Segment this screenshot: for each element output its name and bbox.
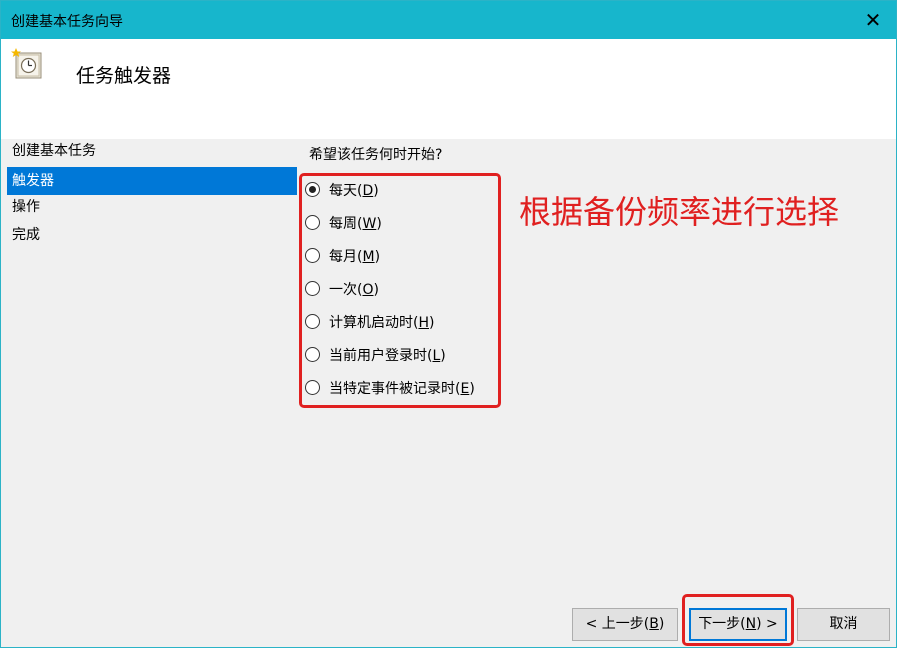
step-trigger[interactable]: 触发器: [7, 167, 297, 195]
wizard-steps: 创建基本任务 触发器 操作 完成: [7, 139, 297, 251]
options-highlight-box: [299, 173, 501, 408]
window-title: 创建基本任务向导: [11, 14, 123, 30]
step-finish[interactable]: 完成: [7, 223, 297, 251]
step-create-basic-task[interactable]: 创建基本任务: [7, 139, 297, 167]
annotation-text: 根据备份频率进行选择: [519, 193, 840, 231]
close-icon[interactable]: ✕: [860, 7, 886, 33]
wizard-window: 创建基本任务向导 ✕ 任务触发器 创建基本任务 触发器 操作 完成 希望该任务何…: [0, 0, 897, 648]
cancel-button[interactable]: 取消: [797, 608, 890, 641]
back-button[interactable]: < 上一步(B): [572, 608, 678, 641]
next-button-highlight-box: [682, 594, 794, 646]
page-heading: 任务触发器: [76, 65, 172, 87]
title-bar: 创建基本任务向导 ✕: [1, 1, 896, 39]
step-action[interactable]: 操作: [7, 195, 297, 223]
wizard-header: 任务触发器: [1, 39, 896, 139]
trigger-question: 希望该任务何时开始?: [309, 147, 443, 163]
task-scheduler-clock-icon: [11, 48, 42, 79]
